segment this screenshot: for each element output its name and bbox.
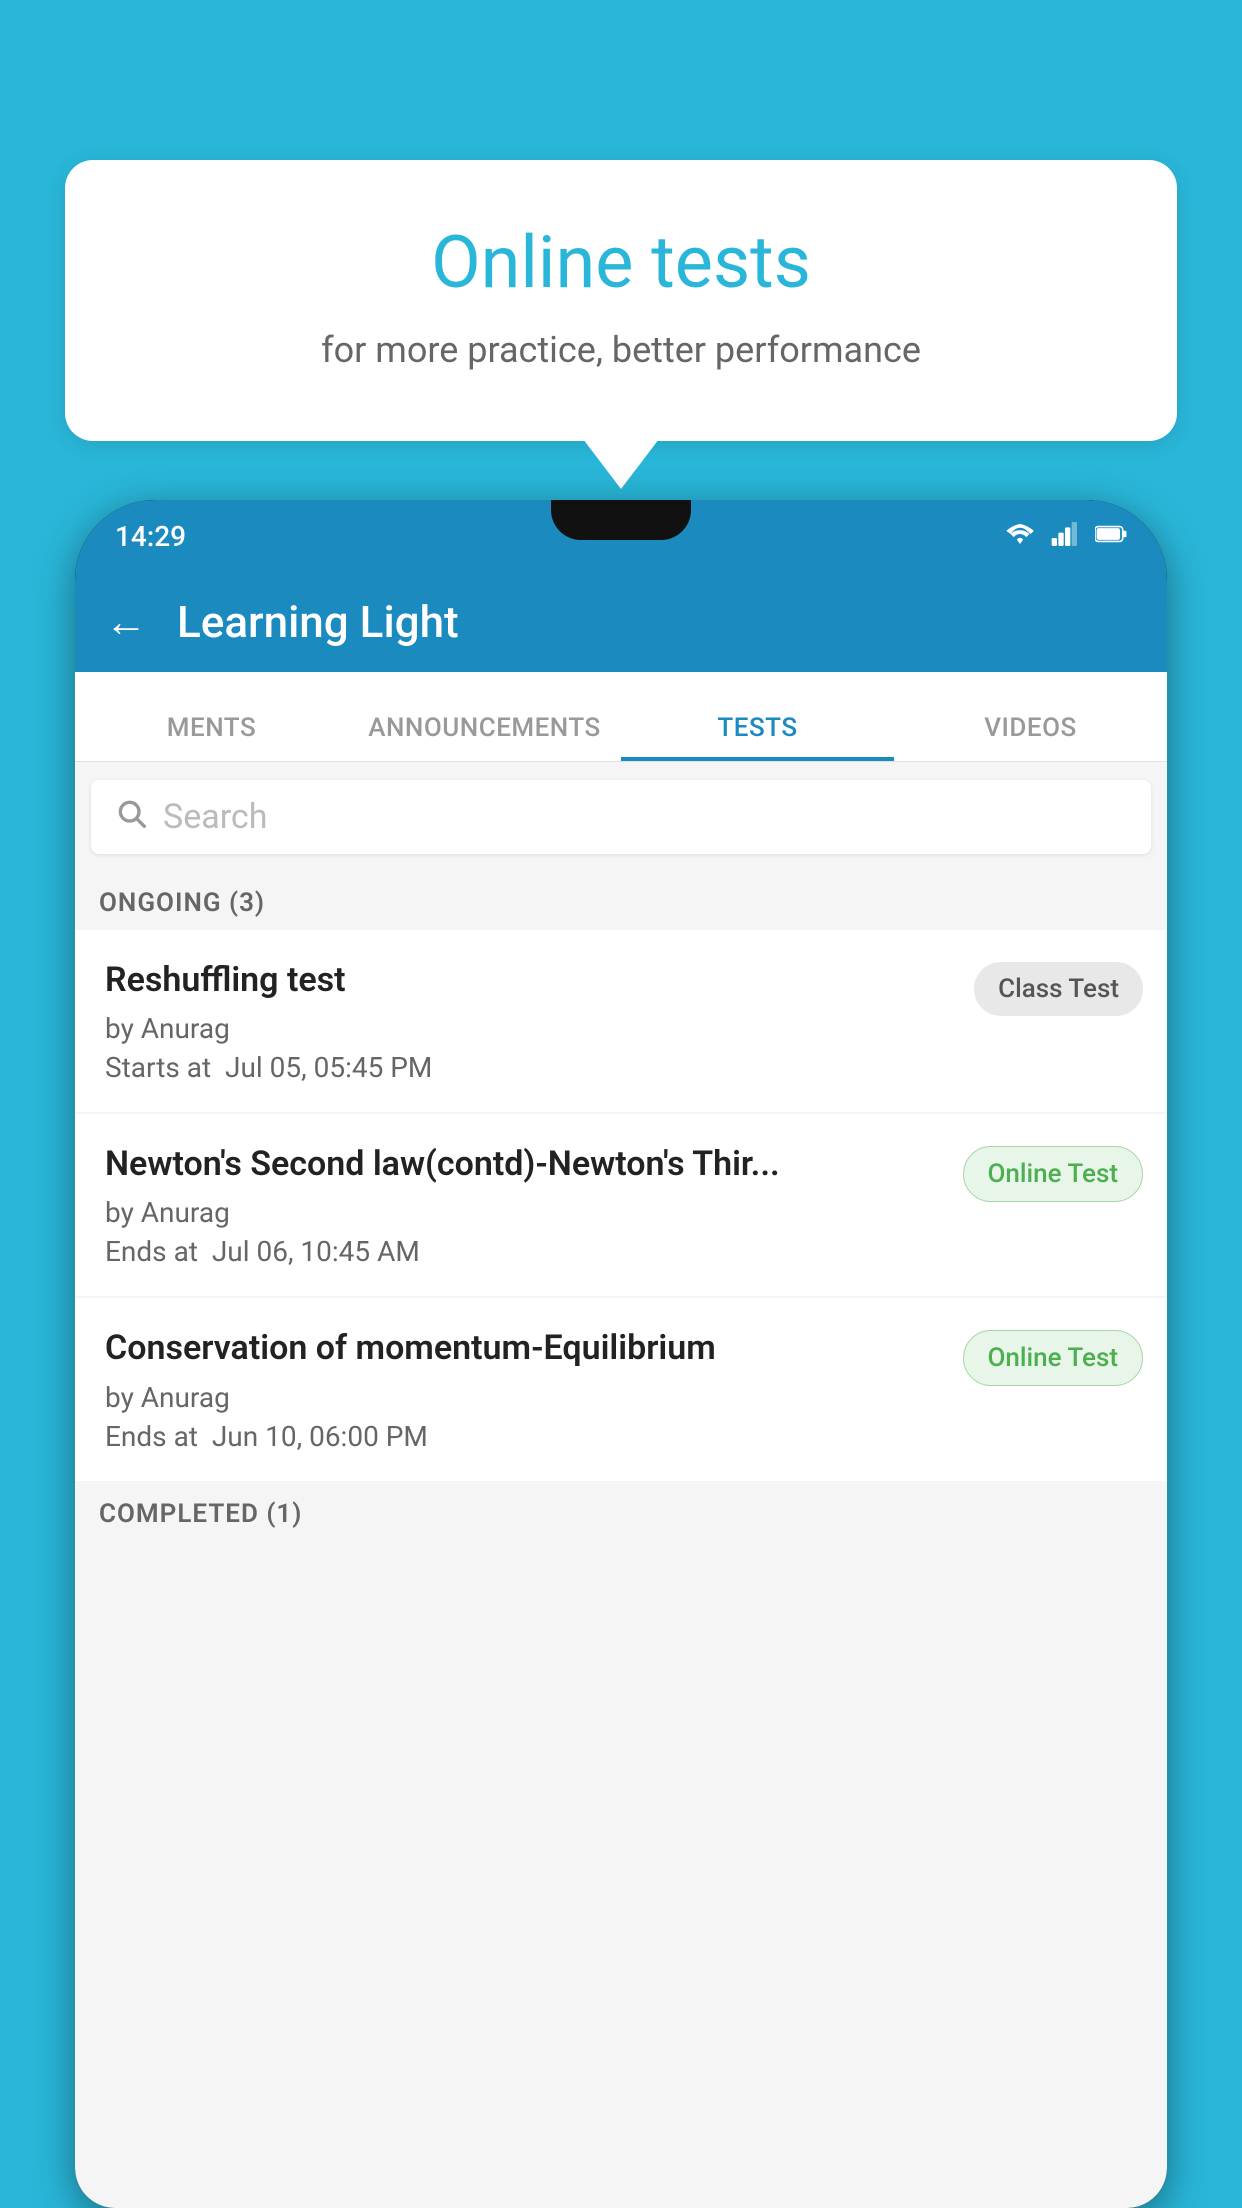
- test-date-newton: Ends at Jul 06, 10:45 AM: [105, 1235, 947, 1268]
- test-card-newton[interactable]: Newton's Second law(contd)-Newton's Thir…: [75, 1114, 1167, 1296]
- test-card-newton-content: Newton's Second law(contd)-Newton's Thir…: [105, 1142, 947, 1268]
- battery-icon: [1095, 524, 1127, 548]
- badge-online-test-2: Online Test: [963, 1330, 1144, 1386]
- tab-assignments[interactable]: MENTS: [75, 713, 348, 761]
- test-name-conservation: Conservation of momentum-Equilibrium: [105, 1326, 947, 1370]
- test-card-reshuffling[interactable]: Reshuffling test by Anurag Starts at Jul…: [75, 930, 1167, 1112]
- promo-title: Online tests: [115, 220, 1127, 305]
- content-area: Search ONGOING (3) Reshuffling test by A…: [75, 762, 1167, 2208]
- test-card-conservation[interactable]: Conservation of momentum-Equilibrium by …: [75, 1298, 1167, 1480]
- badge-online-test-1: Online Test: [963, 1146, 1144, 1202]
- search-placeholder: Search: [163, 797, 267, 837]
- app-bar: ← Learning Light: [75, 572, 1167, 672]
- test-author-reshuffling: by Anurag: [105, 1012, 958, 1045]
- status-icons: [1005, 522, 1127, 550]
- test-date-reshuffling: Starts at Jul 05, 05:45 PM: [105, 1051, 958, 1084]
- test-author-newton: by Anurag: [105, 1196, 947, 1229]
- tab-tests[interactable]: TESTS: [621, 713, 894, 761]
- status-time: 14:29: [115, 520, 186, 553]
- back-button[interactable]: ←: [105, 598, 147, 647]
- test-author-conservation: by Anurag: [105, 1381, 947, 1414]
- search-bar[interactable]: Search: [91, 780, 1151, 854]
- badge-class-test: Class Test: [974, 962, 1143, 1016]
- test-date-conservation: Ends at Jun 10, 06:00 PM: [105, 1420, 947, 1453]
- test-card-reshuffling-content: Reshuffling test by Anurag Starts at Jul…: [105, 958, 958, 1084]
- test-name-newton: Newton's Second law(contd)-Newton's Thir…: [105, 1142, 947, 1186]
- phone-frame: 14:29: [75, 500, 1167, 2208]
- ongoing-section-header: ONGOING (3): [75, 872, 1167, 930]
- tab-videos[interactable]: VIDEOS: [894, 713, 1167, 761]
- tab-announcements[interactable]: ANNOUNCEMENTS: [348, 713, 621, 761]
- notch: [551, 500, 691, 540]
- search-icon: [115, 796, 147, 838]
- signal-icon: [1051, 522, 1079, 550]
- test-card-conservation-content: Conservation of momentum-Equilibrium by …: [105, 1326, 947, 1452]
- status-bar: 14:29: [75, 500, 1167, 572]
- test-name-reshuffling: Reshuffling test: [105, 958, 958, 1002]
- promo-card: Online tests for more practice, better p…: [65, 160, 1177, 441]
- completed-section-header: COMPLETED (1): [75, 1483, 1167, 1541]
- wifi-icon: [1005, 522, 1035, 550]
- promo-subtitle: for more practice, better performance: [115, 329, 1127, 371]
- app-title: Learning Light: [177, 596, 459, 648]
- tab-bar: MENTS ANNOUNCEMENTS TESTS VIDEOS: [75, 672, 1167, 762]
